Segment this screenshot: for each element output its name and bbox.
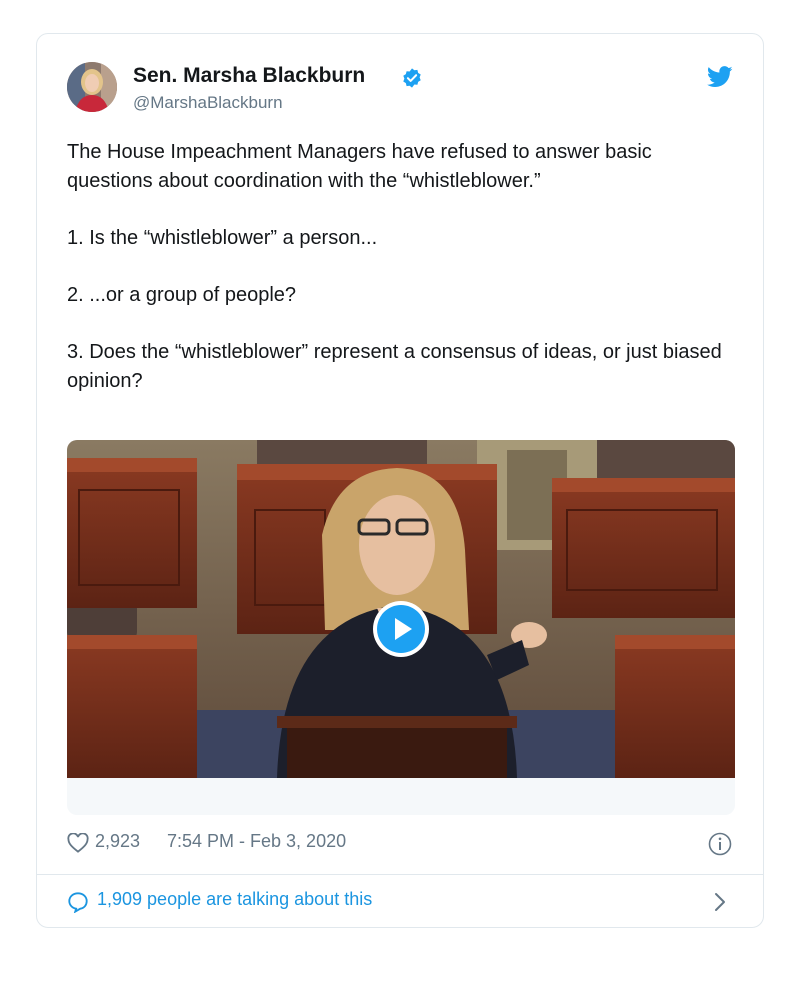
conversation-link-wrap: 1,909 people are talking about this: [97, 889, 372, 915]
chevron-right-icon[interactable]: [713, 892, 727, 912]
tweet-paragraph: 3. Does the “whistleblower” represent a …: [67, 341, 722, 392]
timestamp-wrap: 7:54 PM - Feb 3, 2020: [167, 831, 346, 857]
timestamp[interactable]: 7:54 PM - Feb 3, 2020: [167, 831, 346, 851]
heart-icon[interactable]: [67, 833, 89, 853]
speech-bubble-icon[interactable]: [67, 891, 89, 913]
like-count-wrap: 2,923: [95, 831, 140, 857]
author-name[interactable]: Sen. Marsha Blackburn: [133, 64, 365, 88]
tweet-card[interactable]: Sen. Marsha Blackburn @MarshaBlackburn T…: [36, 33, 764, 928]
twitter-bird-icon[interactable]: [707, 66, 733, 88]
play-icon[interactable]: [372, 600, 430, 658]
conversation-link[interactable]: 1,909 people are talking about this: [97, 889, 372, 909]
video-embed[interactable]: [67, 440, 735, 815]
tweet-paragraph: The House Impeachment Managers have refu…: [67, 141, 652, 192]
avatar[interactable]: [67, 62, 117, 112]
tweet-paragraph: 2. ...or a group of people?: [67, 284, 297, 306]
divider: [37, 874, 763, 875]
like-count[interactable]: 2,923: [95, 831, 140, 851]
verified-badge-icon: [403, 68, 421, 88]
info-icon[interactable]: [708, 832, 732, 856]
author-handle[interactable]: @MarshaBlackburn: [133, 93, 283, 113]
tweet-text: The House Impeachment Managers have refu…: [67, 138, 727, 424]
tweet-paragraph: 1. Is the “whistleblower” a person...: [67, 227, 378, 249]
